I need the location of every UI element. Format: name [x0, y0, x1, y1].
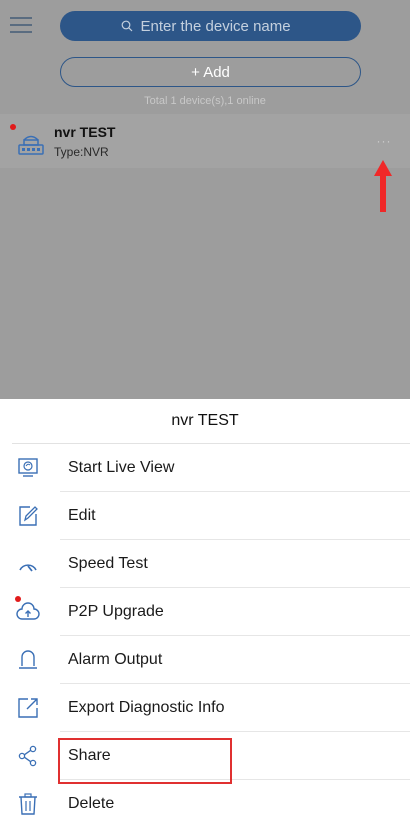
trash-icon	[19, 793, 37, 815]
menu-item-alarm-output[interactable]: Alarm Output	[0, 636, 410, 684]
menu-item-label: Delete	[68, 795, 115, 812]
menu-item-label: Edit	[68, 507, 96, 524]
menu-item-speed-test[interactable]: Speed Test	[0, 540, 410, 588]
device-summary: Total 1 device(s),1 online	[144, 95, 266, 107]
action-sheet-title: nvr TEST	[171, 412, 239, 429]
menu-item-delete[interactable]: Delete	[0, 780, 410, 828]
device-list-item[interactable]	[0, 114, 410, 168]
device-status-dot	[10, 124, 16, 130]
hamburger-menu-icon[interactable]	[10, 14, 32, 36]
top-bar	[0, 0, 410, 52]
menu-item-label: Speed Test	[68, 555, 148, 572]
menu-item-label: Export Diagnostic Info	[68, 699, 225, 716]
search-icon	[121, 20, 132, 32]
more-options-button[interactable]: ···	[371, 134, 397, 154]
cloud-upload-icon	[16, 602, 40, 620]
menu-item-p2p-upgrade[interactable]: P2P Upgrade	[0, 588, 410, 636]
menu-item-label: Start Live View	[68, 459, 175, 476]
red-arrow-annotation-icon	[374, 160, 392, 212]
speedometer-icon	[19, 564, 37, 572]
device-name: nvr TEST	[54, 124, 116, 140]
add-device-button[interactable]: + Add	[60, 57, 361, 87]
export-icon	[18, 698, 38, 718]
menu-item-edit[interactable]: Edit	[0, 492, 410, 540]
device-type: Type:NVR	[54, 145, 109, 159]
menu-item-export-diagnostic-info[interactable]: Export Diagnostic Info	[0, 684, 410, 732]
nvr-device-icon	[18, 135, 44, 155]
search-bar[interactable]	[60, 11, 361, 41]
update-badge-dot	[15, 596, 21, 602]
share-highlight-annotation	[58, 738, 232, 784]
share-icon	[18, 745, 37, 767]
menu-item-label: P2P Upgrade	[68, 603, 164, 620]
menu-item-start-live-view[interactable]: Start Live View	[0, 444, 410, 492]
alarm-light-icon	[19, 650, 37, 669]
search-input[interactable]	[140, 17, 301, 35]
edit-icon	[19, 506, 38, 526]
monitor-icon	[18, 458, 38, 477]
menu-item-label: Alarm Output	[68, 651, 163, 668]
action-sheet: nvr TEST Start Live View Edit Speed Test	[0, 399, 410, 829]
